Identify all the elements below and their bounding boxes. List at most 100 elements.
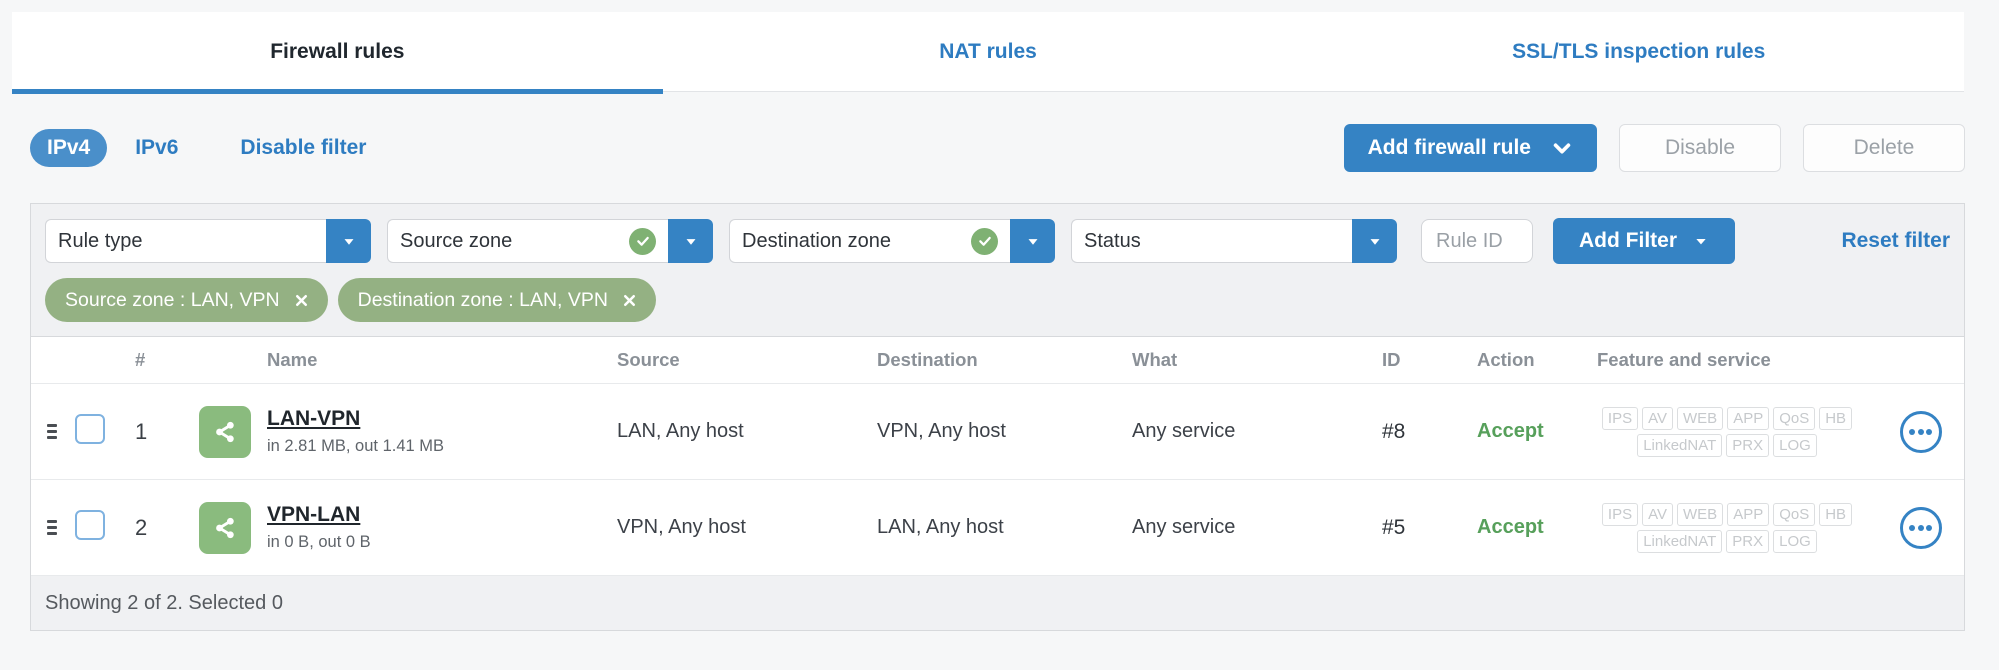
col-source: Source	[617, 349, 680, 370]
destination-zone-dropdown-button[interactable]	[1010, 219, 1055, 263]
source-zone-dropdown-button[interactable]	[668, 219, 713, 263]
feature-badge: PRX	[1726, 433, 1770, 457]
source-zone-dropdown-label: Source zone	[400, 229, 513, 252]
destination-zone-dropdown[interactable]: Destination zone	[729, 219, 1055, 263]
tab-ssl-tls-inspection-rules[interactable]: SSL/TLS inspection rules	[1313, 12, 1964, 91]
rule-type-dropdown[interactable]: Rule type	[45, 219, 371, 263]
col-name: Name	[267, 349, 318, 370]
rule-type-dropdown-label: Rule type	[58, 229, 143, 252]
add-filter-button[interactable]: Add Filter	[1553, 218, 1735, 264]
network-share-icon	[199, 405, 251, 458]
rule-id: #8	[1382, 419, 1406, 443]
col-action: Action	[1477, 349, 1535, 370]
reset-filter-link[interactable]: Reset filter	[1841, 229, 1950, 253]
rule-type-dropdown-box: Rule type	[45, 219, 326, 263]
rule-name-link[interactable]: LAN-VPN	[267, 407, 360, 431]
feature-badge: WEB	[1677, 502, 1724, 526]
row-menu-icon[interactable]	[1899, 506, 1942, 549]
tab-nat-rules[interactable]: NAT rules	[663, 12, 1314, 91]
destination-zone-dropdown-box: Destination zone	[729, 219, 1010, 263]
remove-filter-icon[interactable]	[293, 292, 310, 309]
delete-button[interactable]: Delete	[1803, 124, 1965, 172]
rule-what: Any service	[1132, 420, 1236, 442]
add-firewall-rule-button[interactable]: Add firewall rule	[1343, 124, 1597, 172]
rule-what: Any service	[1132, 516, 1236, 538]
feature-badge: QoS	[1773, 502, 1816, 526]
disable-button[interactable]: Disable	[1619, 124, 1781, 172]
status-dropdown[interactable]: Status	[1071, 219, 1397, 263]
destination-zone-chip-label: Destination zone : LAN, VPN	[357, 288, 608, 311]
rule-source: LAN, Any host	[617, 420, 744, 442]
rule-id-input[interactable]	[1421, 219, 1533, 263]
rule-traffic: in 2.81 MB, out 1.41 MB	[267, 437, 445, 455]
filter-applied-check-icon	[629, 227, 656, 255]
feature-badge: LinkedNAT	[1637, 433, 1723, 457]
col-destination: Destination	[877, 349, 978, 370]
drag-handle-icon[interactable]	[31, 424, 67, 439]
col-what: What	[1132, 349, 1178, 370]
status-dropdown-button[interactable]	[1352, 219, 1397, 263]
row-checkbox[interactable]	[75, 414, 105, 444]
add-filter-label: Add Filter	[1579, 229, 1677, 252]
feature-badge: APP	[1727, 502, 1770, 526]
filter-bar: Rule type Source zone Destination zone S…	[31, 204, 1964, 264]
feature-badge: IPS	[1601, 406, 1639, 430]
col-number: #	[135, 349, 146, 370]
rule-id: #5	[1382, 515, 1406, 539]
rule-action: Accept	[1477, 420, 1544, 442]
table-row: 1 LAN-VPN in 2.81 MB, out 1.41 MB LAN, A…	[31, 384, 1964, 480]
add-firewall-rule-label: Add firewall rule	[1367, 136, 1531, 159]
feature-badge: IPS	[1601, 502, 1639, 526]
row-menu-icon[interactable]	[1899, 410, 1942, 453]
feature-badge: WEB	[1677, 406, 1724, 430]
source-zone-dropdown[interactable]: Source zone	[387, 219, 713, 263]
feature-badge: HB	[1819, 502, 1853, 526]
status-dropdown-label: Status	[1084, 229, 1141, 252]
source-zone-dropdown-box: Source zone	[387, 219, 668, 263]
destination-zone-filter-chip: Destination zone : LAN, VPN	[337, 278, 656, 322]
feature-badge: LOG	[1773, 433, 1817, 457]
rules-panel: Rule type Source zone Destination zone S…	[30, 203, 1965, 631]
ipv4-toggle[interactable]: IPv4	[30, 129, 108, 167]
chevron-down-icon	[1693, 233, 1709, 249]
rule-destination: LAN, Any host	[877, 516, 1004, 538]
feature-badge: LinkedNAT	[1637, 529, 1723, 553]
chevron-down-icon	[1366, 232, 1384, 250]
feature-badge: AV	[1642, 406, 1674, 430]
table-footer: Showing 2 of 2. Selected 0	[31, 576, 1964, 630]
chevron-down-icon	[1024, 232, 1042, 250]
toolbar: IPv4 IPv6 Disable filter Add firewall ru…	[30, 124, 1965, 172]
col-id: ID	[1382, 349, 1401, 370]
chevron-down-icon	[1551, 137, 1573, 159]
disable-filter-link[interactable]: Disable filter	[240, 136, 366, 160]
table-header: # Name Source Destination What ID Action…	[31, 337, 1964, 384]
rule-source: VPN, Any host	[617, 516, 746, 538]
remove-filter-icon[interactable]	[621, 292, 638, 309]
tab-firewall-rules[interactable]: Firewall rules	[12, 12, 663, 94]
destination-zone-dropdown-label: Destination zone	[742, 229, 891, 252]
feature-badge: LOG	[1773, 529, 1817, 553]
rule-type-dropdown-button[interactable]	[326, 219, 371, 263]
rule-destination: VPN, Any host	[877, 420, 1006, 442]
table-footer-text: Showing 2 of 2. Selected 0	[45, 591, 283, 614]
feature-badge: PRX	[1726, 529, 1770, 553]
table-row: 2 VPN-LAN in 0 B, out 0 B VPN, Any host …	[31, 480, 1964, 576]
drag-handle-icon[interactable]	[31, 520, 67, 535]
rule-traffic: in 0 B, out 0 B	[267, 533, 371, 551]
feature-badges: IPS AV WEB APP QoS HB LinkedNAT PRX LOG	[1587, 406, 1867, 457]
filter-applied-check-icon	[971, 227, 998, 255]
status-dropdown-box: Status	[1071, 219, 1352, 263]
feature-badge: HB	[1819, 406, 1853, 430]
active-filter-chips: Source zone : LAN, VPN Destination zone …	[31, 264, 1964, 337]
feature-badges: IPS AV WEB APP QoS HB LinkedNAT PRX LOG	[1587, 502, 1867, 553]
ipv6-toggle[interactable]: IPv6	[135, 136, 178, 160]
row-number: 2	[135, 514, 148, 540]
source-zone-chip-label: Source zone : LAN, VPN	[65, 288, 280, 311]
feature-badge: QoS	[1773, 406, 1816, 430]
col-features: Feature and service	[1597, 349, 1771, 370]
chevron-down-icon	[682, 232, 700, 250]
feature-badge: AV	[1642, 502, 1674, 526]
rule-name-link[interactable]: VPN-LAN	[267, 503, 360, 527]
rule-action: Accept	[1477, 516, 1544, 538]
row-checkbox[interactable]	[75, 510, 105, 540]
